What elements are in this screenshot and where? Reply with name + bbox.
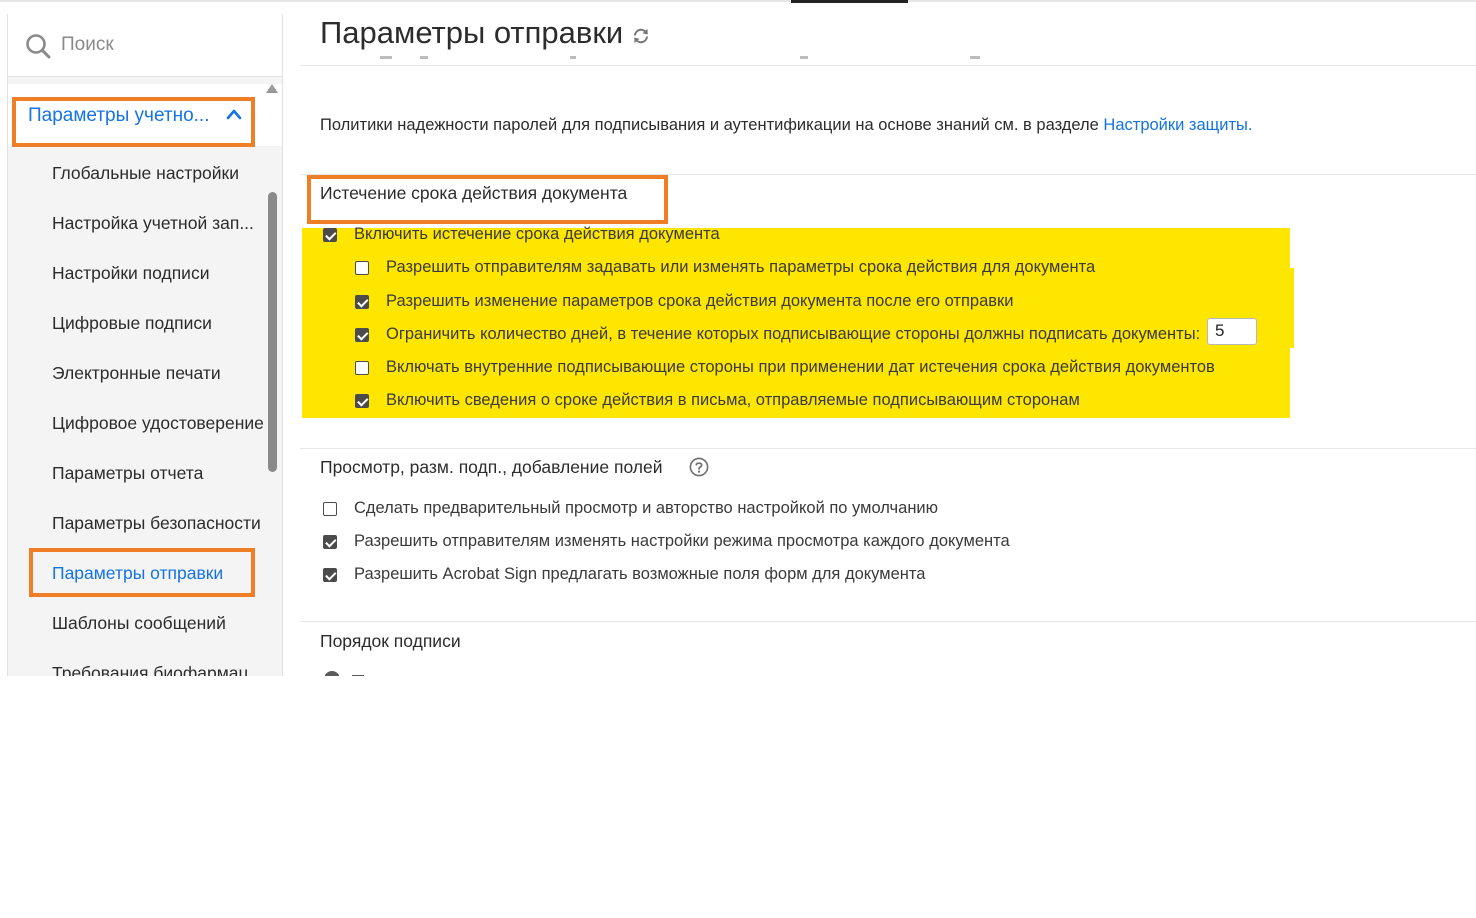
sidebar-item-label: Параметры безопасности	[52, 513, 261, 533]
highlight-area-edge	[1290, 268, 1294, 348]
sidebar-item-biopharma[interactable]: Требования биофармац...	[30, 648, 270, 676]
preview-default-checkbox[interactable]	[323, 502, 337, 516]
sidebar-item-label: Цифровые подписи	[52, 313, 212, 333]
main-content: Параметры отправки Политики надежности п…	[282, 0, 1476, 676]
option-label: Разрешить изменение параметров срока дей…	[386, 292, 1014, 310]
search-icon	[26, 34, 51, 59]
app-screen: Поиск Параметры учетно... Глобальные нас…	[0, 0, 1476, 676]
suggest-form-fields-checkbox[interactable]	[323, 568, 337, 582]
signing-order-radio-label	[352, 675, 364, 676]
header-divider	[300, 65, 1476, 66]
option-label: Ограничить количество дней, в течение ко…	[386, 325, 1201, 343]
signing-order-section-title: Порядок подписи	[320, 631, 461, 651]
security-settings-link[interactable]: Настройки защиты	[1103, 116, 1247, 134]
refresh-icon[interactable]	[631, 26, 651, 46]
sidebar-item-global-settings[interactable]: Глобальные настройки	[30, 148, 270, 198]
option-label: Включить истечение срока действия докуме…	[354, 225, 720, 243]
sidebar-item-digital-identity[interactable]: Цифровое удостоверение	[30, 398, 270, 448]
search-input[interactable]: Поиск	[61, 34, 114, 56]
policy-end: .	[1247, 116, 1253, 134]
sidebar-item-label: Глобальные настройки	[52, 163, 239, 183]
policy-text: Политики надежности паролей для подписыв…	[320, 116, 1104, 134]
scrolled-text-fragment	[320, 50, 1420, 64]
highlight-area	[302, 228, 1290, 418]
sidebar-item-report-settings[interactable]: Параметры отчета	[30, 448, 270, 498]
sidebar-item-account-setup[interactable]: Настройка учетной зап...	[30, 198, 270, 248]
sidebar-item-label: Шаблоны сообщений	[52, 613, 226, 633]
sidebar-item-signature-settings[interactable]: Настройки подписи	[30, 248, 270, 298]
scroll-up-arrow[interactable]	[266, 84, 278, 93]
option-label: Разрешить отправителям изменять настройк…	[354, 532, 1010, 550]
annotation-frame-expiration-title	[307, 175, 668, 224]
enable-expiration-checkbox[interactable]	[323, 228, 337, 242]
allow-senders-set-expiration-checkbox[interactable]	[355, 261, 369, 275]
allow-preview-change-checkbox[interactable]	[323, 535, 337, 549]
option-label: Разрешить отправителям задавать или изме…	[386, 258, 1096, 276]
sidebar-item-label: Параметры отчета	[52, 463, 204, 483]
sidebar-item-security-settings[interactable]: Параметры безопасности	[30, 498, 270, 548]
sidebar-item-label: Настройка учетной зап...	[52, 213, 254, 233]
section-divider	[300, 448, 1476, 449]
sidebar-item-label: Настройки подписи	[52, 263, 210, 283]
sidebar-item-electronic-seals[interactable]: Электронные печати	[30, 348, 270, 398]
preview-section-title: Просмотр, разм. подп., добавление полей	[320, 457, 663, 477]
limit-days-checkbox[interactable]	[355, 328, 369, 342]
sidebar-item-label: Электронные печати	[52, 363, 221, 383]
sidebar-item-message-templates[interactable]: Шаблоны сообщений	[30, 598, 270, 648]
sidebar-item-label: Требования биофармац...	[52, 663, 264, 676]
days-input[interactable]: 5	[1207, 318, 1257, 345]
include-expiration-in-emails-checkbox[interactable]	[355, 394, 369, 408]
allow-change-after-send-checkbox[interactable]	[355, 295, 369, 309]
search-box[interactable]: Поиск	[8, 14, 282, 77]
annotation-frame-account-settings	[12, 97, 255, 147]
sidebar-item-label: Цифровое удостоверение	[52, 413, 264, 433]
signing-order-radio[interactable]	[324, 671, 340, 676]
annotation-frame-send-settings	[29, 548, 255, 597]
option-label: Включать внутренние подписывающие сторон…	[386, 358, 1215, 376]
help-icon[interactable]	[689, 457, 709, 477]
password-policy-note: Политики надежности паролей для подписыв…	[320, 116, 1252, 135]
sidebar-item-digital-signatures[interactable]: Цифровые подписи	[30, 298, 270, 348]
section-divider	[300, 621, 1476, 622]
page-title: Параметры отправки	[320, 15, 624, 50]
option-label: Разрешить Acrobat Sign предлагать возмож…	[354, 565, 926, 583]
include-internal-signers-checkbox[interactable]	[355, 361, 369, 375]
option-label: Включить сведения о сроке действия в пис…	[386, 391, 1080, 409]
option-label: Сделать предварительный просмотр и автор…	[354, 499, 939, 517]
